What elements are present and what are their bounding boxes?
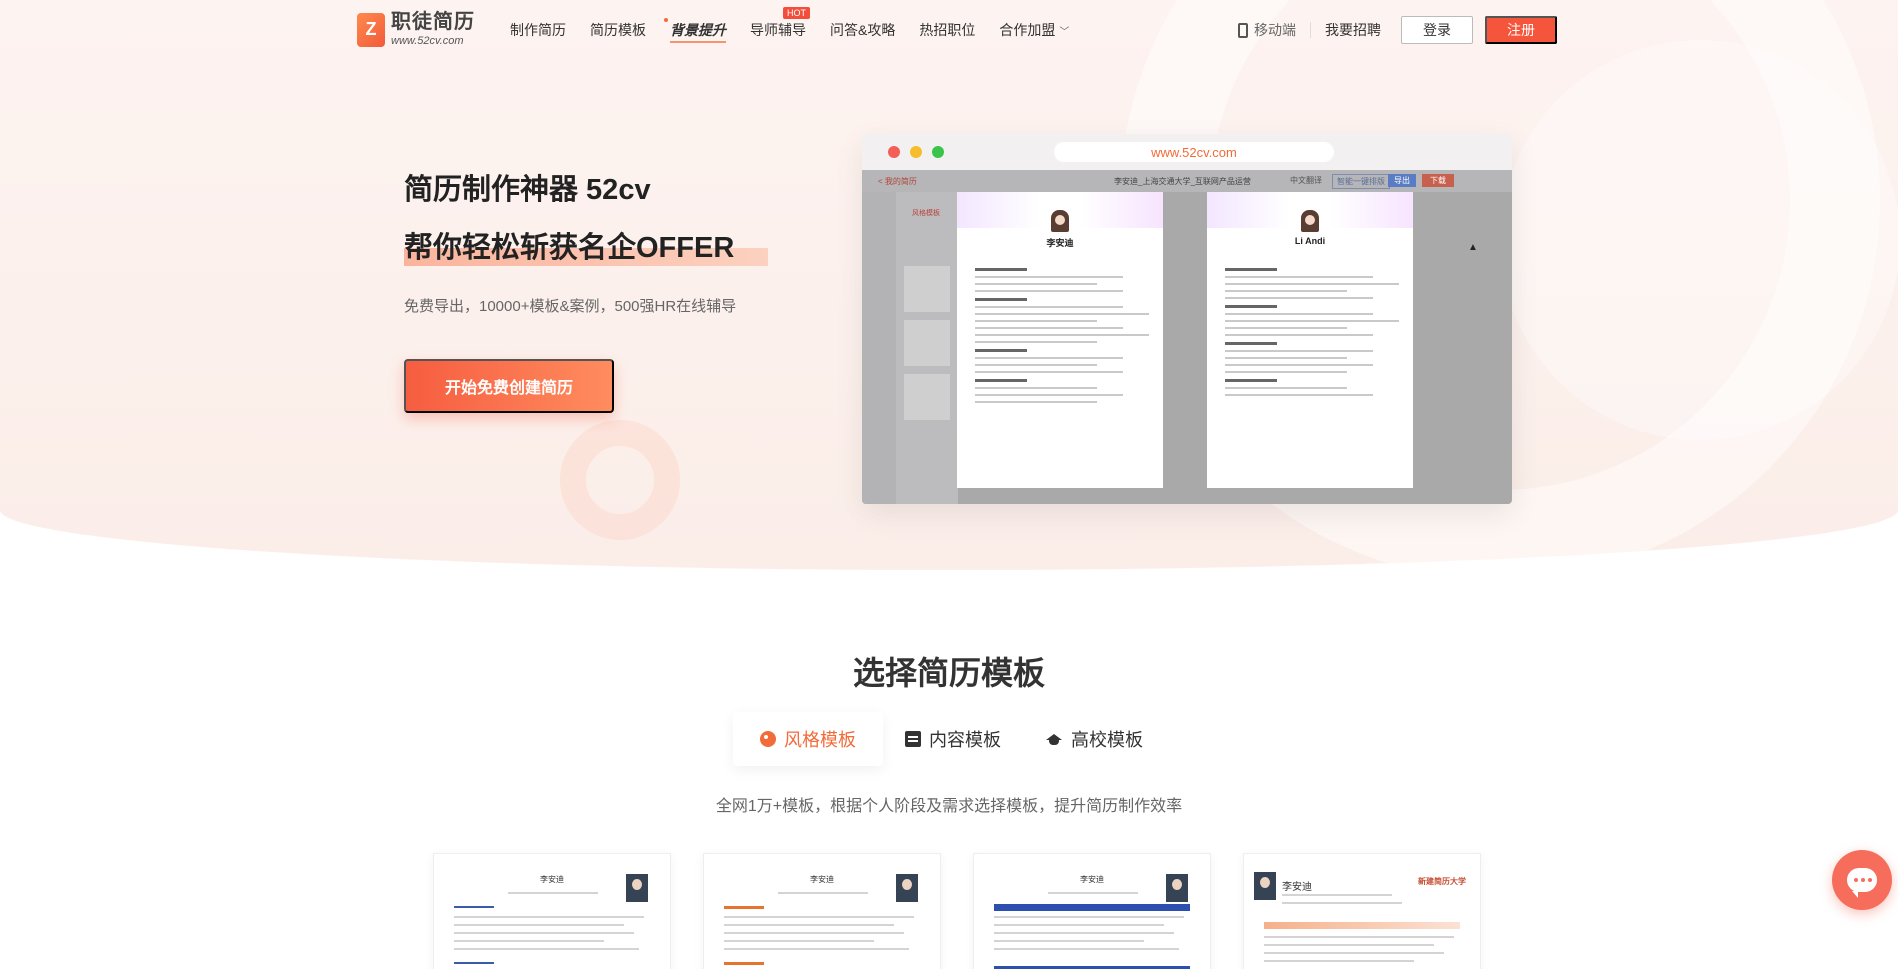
login-button[interactable]: 登录 xyxy=(1401,16,1473,44)
toolbar-smart-layout: 智能一键排版 xyxy=(1332,174,1390,189)
template-card[interactable]: 李安迪 xyxy=(973,853,1211,969)
register-button[interactable]: 注册 xyxy=(1485,16,1557,44)
header-actions: 移动端 我要招聘 登录 注册 xyxy=(1238,16,1557,44)
template-tabs: 风格模板 内容模板 高校模板 xyxy=(733,712,1165,766)
logo-url: www.52cv.com xyxy=(391,35,464,47)
hot-badge: HOT xyxy=(783,7,810,19)
hire-link[interactable]: 我要招聘 xyxy=(1325,20,1381,40)
template-card[interactable]: 李安迪 新建简历大学 xyxy=(1243,853,1481,969)
nav-item-make-resume[interactable]: 制作简历 xyxy=(510,20,566,40)
palette-icon xyxy=(760,731,776,747)
tab-label: 高校模板 xyxy=(1071,730,1143,750)
tab-content-templates[interactable]: 内容模板 xyxy=(883,712,1023,766)
graduation-cap-icon xyxy=(1045,731,1063,747)
chevron-down-icon: ﹀ xyxy=(1059,27,1070,38)
window-minimize-dot-icon xyxy=(910,146,922,158)
nav-item-mentor[interactable]: 导师辅导 HOT xyxy=(750,7,810,40)
logo-mark-icon: Z xyxy=(357,12,385,47)
card-name: 李安迪 xyxy=(1282,882,1312,893)
resume-name: Li Andi xyxy=(1294,236,1326,246)
url-bar: www.52cv.com xyxy=(1054,142,1334,162)
avatar xyxy=(896,874,918,902)
resume-name: 李安迪 xyxy=(1046,238,1074,248)
avatar xyxy=(1166,874,1188,902)
template-thumb xyxy=(904,266,950,312)
section-title: 选择简历模板 xyxy=(852,655,1045,691)
main-nav: 制作简历 简历模板 背景提升 导师辅导 HOT 问答&攻略 热招职位 合作加盟 ﹀ xyxy=(510,7,1093,43)
resume-preview-chinese: 李安迪 xyxy=(957,192,1163,488)
window-close-dot-icon xyxy=(888,146,900,158)
site-logo[interactable]: Z 职徒简历 www.52cv.com xyxy=(357,12,475,47)
cursor-icon: ▲ xyxy=(1468,242,1478,253)
tab-university-templates[interactable]: 高校模板 xyxy=(1023,712,1165,766)
template-cards: 李安迪 李安迪 李安迪 李安迪 新建简历大学 xyxy=(433,853,1481,969)
decorative-blob xyxy=(1500,40,1898,440)
editor-sidebar xyxy=(862,192,896,504)
nav-item-partnership[interactable]: 合作加盟 ﹀ xyxy=(999,20,1069,40)
editor-toolbar: < 我的简历 李安迪_上海交通大学_互联网产品运营 中文翻译 智能一键排版 导出… xyxy=(862,170,1512,192)
card-school: 新建简历大学 xyxy=(1418,877,1466,886)
hero-title-secondary-wrap: 帮你轻松斩获名企OFFER xyxy=(404,224,768,266)
hero-title-secondary: 帮你轻松斩获名企OFFER xyxy=(404,232,735,264)
tab-label: 内容模板 xyxy=(929,730,1001,750)
decorative-ring-small xyxy=(560,420,680,540)
template-card[interactable]: 李安迪 xyxy=(703,853,941,969)
section-subtitle: 全网1万+模板，根据个人阶段及需求选择模板，提升简历制作效率 xyxy=(715,798,1183,815)
editor-panel: 风格模板 xyxy=(896,192,958,504)
nav-item-qa-guides[interactable]: 问答&攻略 xyxy=(830,20,895,40)
panel-tab: 风格模板 xyxy=(912,210,940,217)
avatar xyxy=(1254,872,1276,900)
nav-item-resume-templates[interactable]: 简历模板 xyxy=(590,20,646,40)
avatar xyxy=(1301,210,1319,232)
toolbar-download: 下载 xyxy=(1422,174,1454,187)
divider xyxy=(1310,22,1311,38)
chat-button[interactable] xyxy=(1832,850,1892,910)
nav-item-mentor-label: 导师辅导 xyxy=(750,22,806,38)
tab-label: 风格模板 xyxy=(784,730,856,750)
toolbar-export: 导出 xyxy=(1388,174,1416,187)
template-thumb xyxy=(904,374,950,420)
document-icon xyxy=(905,731,921,747)
window-maximize-dot-icon xyxy=(932,146,944,158)
chat-bubble-icon xyxy=(1847,868,1877,898)
phone-icon xyxy=(1238,22,1248,38)
tab-style-templates[interactable]: 风格模板 xyxy=(733,712,883,766)
site-header: Z 职徒简历 www.52cv.com 制作简历 简历模板 背景提升 导师辅导 … xyxy=(0,0,1898,60)
browser-titlebar: www.52cv.com xyxy=(862,134,1512,170)
doc-title: 李安迪_上海交通大学_互联网产品运营 xyxy=(1114,177,1251,186)
mobile-label: 移动端 xyxy=(1254,22,1296,38)
nav-item-background-boost[interactable]: 背景提升 xyxy=(664,18,726,43)
toolbar-translate: 中文翻译 xyxy=(1290,176,1322,185)
editor-preview: < 我的简历 李安迪_上海交通大学_互联网产品运营 中文翻译 智能一键排版 导出… xyxy=(862,170,1512,504)
nav-item-hot-jobs[interactable]: 热招职位 xyxy=(919,20,975,40)
back-link: < 我的简历 xyxy=(878,177,917,186)
start-create-resume-button[interactable]: 开始免费创建简历 xyxy=(404,359,614,413)
hero-title: 简历制作神器 52cv xyxy=(404,174,651,206)
template-card[interactable]: 李安迪 xyxy=(433,853,671,969)
avatar xyxy=(626,874,648,902)
nav-item-partnership-label: 合作加盟 xyxy=(999,22,1056,38)
avatar xyxy=(1051,210,1069,232)
template-thumb xyxy=(904,320,950,366)
hero-subtitle: 免费导出，10000+模板&案例，500强HR在线辅导 xyxy=(404,298,737,315)
browser-mockup: www.52cv.com < 我的简历 李安迪_上海交通大学_互联网产品运营 中… xyxy=(862,134,1512,504)
resume-preview-english: Li Andi xyxy=(1207,192,1413,488)
mobile-link[interactable]: 移动端 xyxy=(1238,20,1296,40)
logo-name: 职徒简历 xyxy=(391,11,475,33)
